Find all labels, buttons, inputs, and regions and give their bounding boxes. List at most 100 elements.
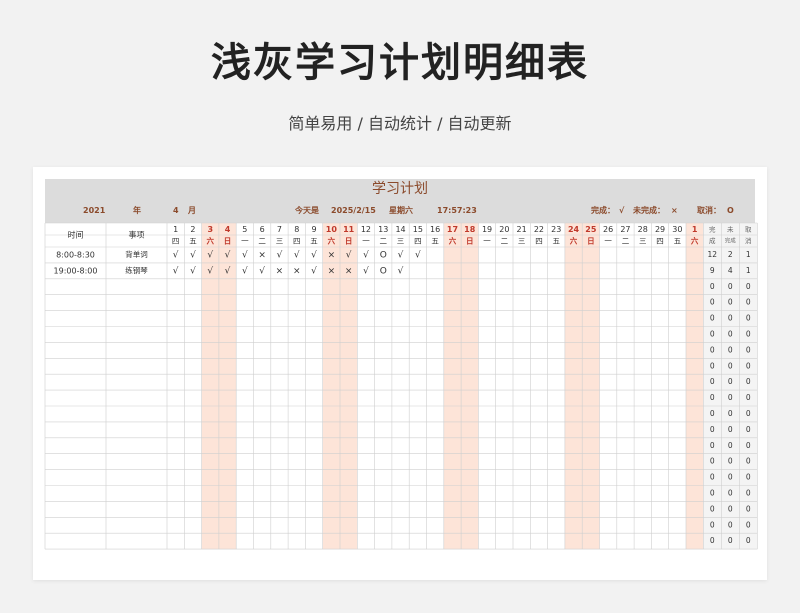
stat-zero: 0 [728,504,733,513]
status-mark: × [258,250,266,260]
stat-zero: 0 [746,457,751,466]
row-time: 8:00-8:30 [56,250,95,259]
weekday-label: 六 [207,236,215,246]
stat-zero: 0 [746,425,751,434]
weekday-label: 四 [293,237,301,246]
weekday-label: 三 [518,237,526,246]
status-mark: √ [207,249,213,260]
stat-zero: 0 [746,314,751,323]
stat-zero: 0 [728,361,733,370]
day-number: 17 [447,225,458,234]
stat-zero: 0 [710,361,715,370]
stat-header: 消 [745,236,752,245]
status-mark: √ [415,249,421,260]
weekday-label: 日 [345,237,353,246]
status-mark: √ [207,265,213,276]
weekend-column [443,223,462,550]
status-mark: × [345,266,353,276]
status-mark: × [293,266,301,276]
status-mark: √ [311,249,317,260]
stat-zero: 0 [746,393,751,402]
status-mark: √ [363,265,369,276]
status-mark: × [328,250,336,260]
day-number: 26 [603,225,613,234]
stat-zero: 0 [728,425,733,434]
day-number: 16 [430,225,440,234]
day-number: 22 [534,225,544,234]
stat-zero: 0 [710,393,715,402]
page-subtitle: 简单易用 / 自动统计 / 自动更新 [288,114,512,133]
weekday-label: 五 [674,237,682,246]
stat-zero: 0 [746,377,751,386]
weekday-label: 三 [276,237,284,246]
stat-zero: 0 [728,345,733,354]
weekday-label: 三 [397,237,405,246]
day-number: 1 [692,225,698,234]
stat-header: 取 [745,226,752,234]
stat-zero: 0 [746,345,751,354]
stat-zero: 0 [710,409,715,418]
done-count: 12 [708,250,718,259]
stat-zero: 0 [728,441,733,450]
day-number: 30 [672,225,682,234]
page-title: 浅灰学习计划明细表 [211,40,589,86]
stat-zero: 0 [746,536,751,545]
day-number: 8 [294,225,299,234]
weekday-label: 一 [362,237,370,246]
weekday-label: 五 [310,237,318,246]
day-number: 7 [277,225,282,234]
stat-zero: 0 [746,329,751,338]
weekday-label: 二 [622,237,630,246]
status-mark: × [276,266,284,276]
day-number: 4 [225,225,231,234]
status-mark: √ [294,249,300,260]
stat-zero: 0 [710,473,715,482]
stat-zero: 0 [728,377,733,386]
row-item: 背单词 [125,249,148,259]
weekday-label: 二 [258,237,266,246]
day-number: 12 [361,225,371,234]
stat-zero: 0 [728,473,733,482]
status-mark: √ [311,265,317,276]
stat-zero: 0 [746,409,751,418]
stat-zero: 0 [710,298,715,307]
status-mark: O [380,266,387,276]
weekday-label: 四 [535,237,543,246]
status-mark: √ [363,249,369,260]
weekday-label: 六 [691,236,699,246]
stat-zero: 0 [746,282,751,291]
weekend-column [582,223,600,550]
cancel-count: 1 [746,250,751,259]
day-number: 24 [568,225,580,234]
weekday-label: 日 [224,237,232,246]
row-item: 练钢琴 [125,265,148,275]
status-mark: √ [277,249,283,260]
weekday-label: 六 [449,236,457,246]
stat-zero: 0 [728,393,733,402]
weekend-column [686,223,704,550]
day-number: 6 [260,225,265,234]
status-mark: √ [190,265,196,276]
stat-zero: 0 [710,314,715,323]
weekday-label: 一 [483,237,491,246]
day-number: 23 [551,225,561,234]
stat-zero: 0 [728,314,733,323]
stat-zero: 0 [710,425,715,434]
weekday-label: 四 [172,237,180,246]
done-count: 9 [710,266,715,275]
undone-count: 2 [728,250,733,259]
stat-zero: 0 [710,504,715,513]
undone-count: 4 [728,266,733,275]
day-number: 3 [207,225,213,234]
weekday-label: 四 [414,237,422,246]
cancel-count: 1 [746,266,751,275]
stat-header: 完 [709,225,716,234]
stat-zero: 0 [746,441,751,450]
day-number: 14 [395,225,405,234]
stat-zero: 0 [710,536,715,545]
weekday-label: 五 [189,237,197,246]
weekday-label: 一 [241,237,249,246]
status-mark: √ [398,265,404,276]
calendar-grid: 时间 事项完成未完成取消1四2五3六4日5一6二7三8四9五10六11日12一13… [44,222,758,550]
day-number: 20 [499,225,509,234]
